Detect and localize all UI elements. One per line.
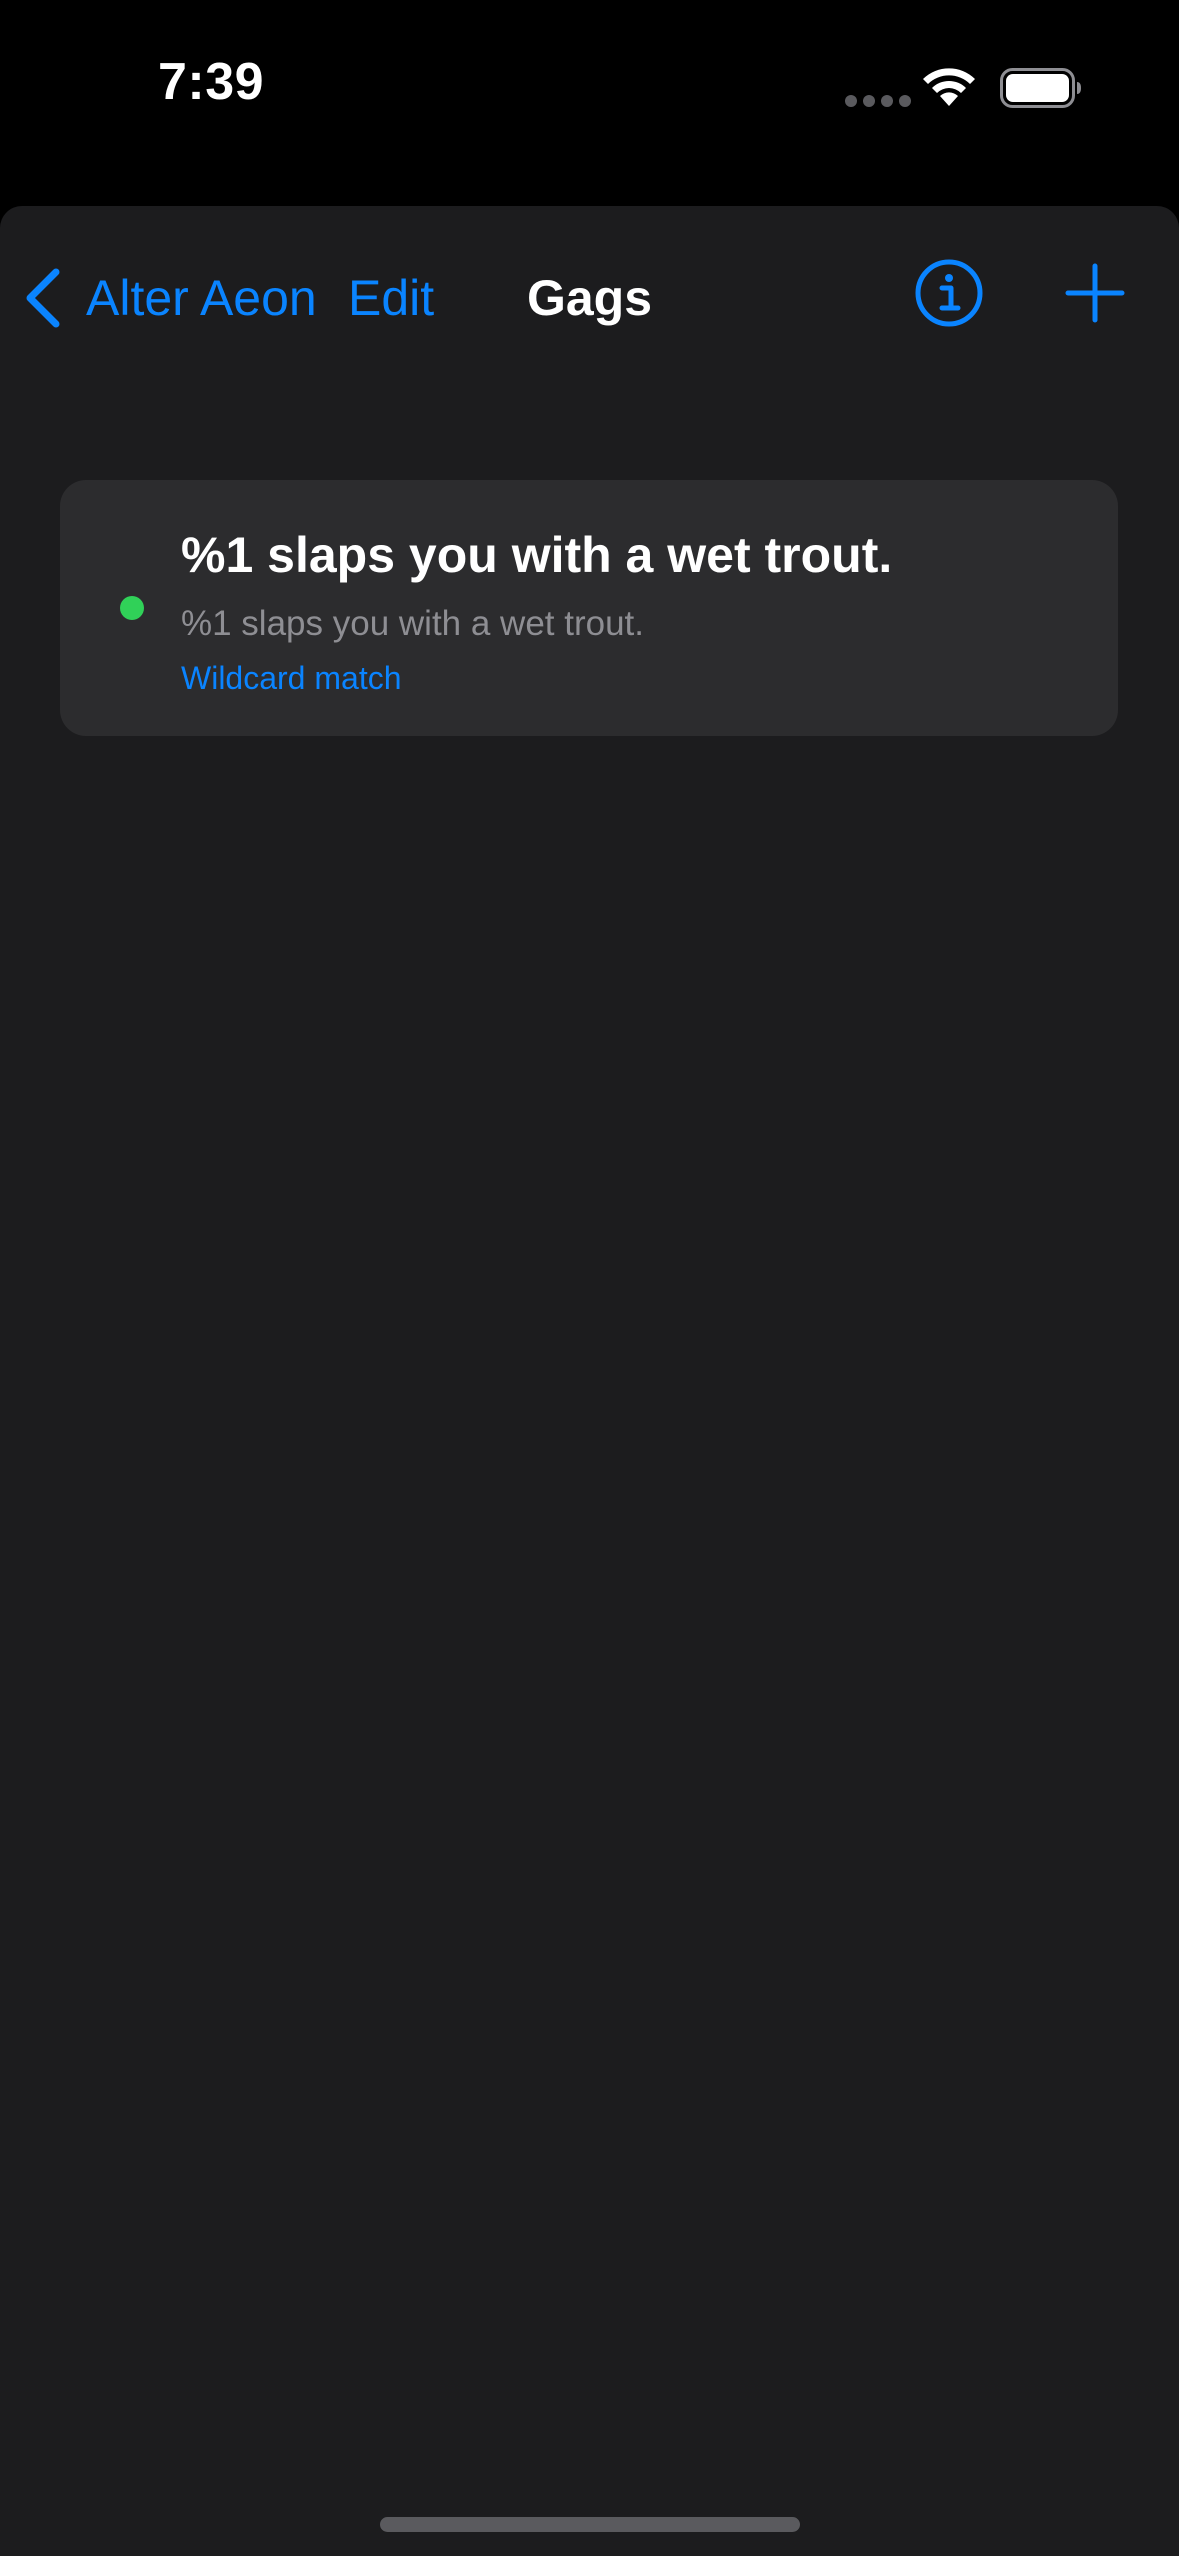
home-indicator[interactable] bbox=[380, 2517, 800, 2532]
edit-button[interactable]: Edit bbox=[348, 258, 434, 338]
status-time: 7:39 bbox=[158, 53, 265, 111]
plus-icon[interactable] bbox=[1064, 262, 1126, 324]
back-button[interactable]: Alter Aeon bbox=[22, 258, 317, 338]
gags-sheet: Alter Aeon Edit Gags %1 slaps you with a… bbox=[0, 206, 1179, 2556]
chevron-left-icon bbox=[26, 268, 60, 328]
info-circle-icon[interactable] bbox=[914, 258, 984, 328]
wifi-icon bbox=[923, 68, 975, 106]
status-bar: 7:39 bbox=[0, 0, 1179, 206]
navigation-bar: Alter Aeon Edit Gags bbox=[0, 206, 1179, 386]
gag-title: %1 slaps you with a wet trout. bbox=[181, 527, 893, 583]
gag-pattern: %1 slaps you with a wet trout. bbox=[181, 604, 644, 643]
gag-match-type: Wildcard match bbox=[181, 660, 402, 696]
cellular-dots-icon bbox=[845, 95, 911, 107]
back-button-label: Alter Aeon bbox=[86, 270, 317, 326]
battery-icon bbox=[1000, 68, 1081, 108]
gag-list-item[interactable]: %1 slaps you with a wet trout. %1 slaps … bbox=[60, 480, 1118, 736]
enabled-status-dot bbox=[120, 596, 144, 620]
